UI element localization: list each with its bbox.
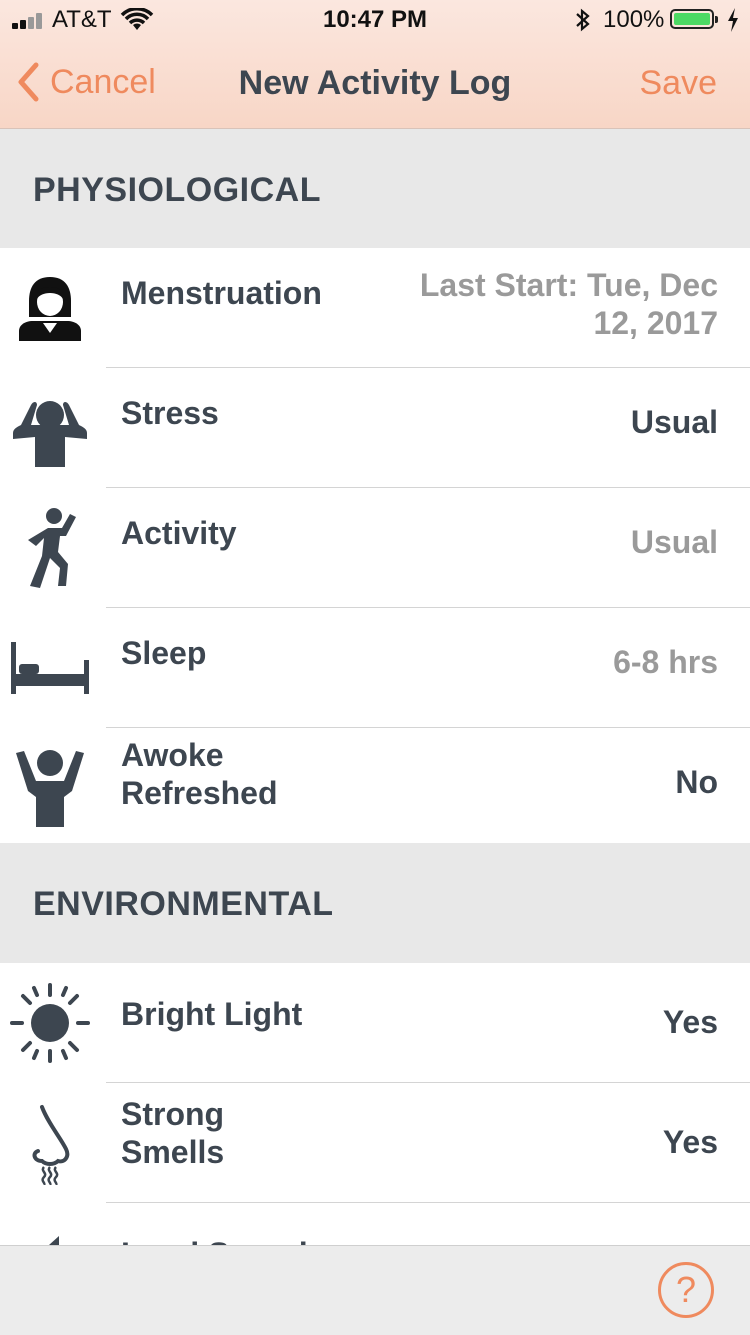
row-label: Activity — [121, 515, 237, 551]
row-value-line1: Last Start: Tue, Dec — [419, 267, 718, 303]
arms-raised-person-icon — [0, 728, 100, 848]
row-value: 6-8 hrs — [613, 644, 718, 680]
section-header-environmental: ENVIRONMENTAL — [0, 843, 750, 963]
page-title: New Activity Log — [238, 64, 512, 102]
row-label-line2: Refreshed — [121, 775, 278, 811]
row-value-line2: 12, 2017 — [593, 305, 718, 341]
row-awoke-refreshed[interactable]: Awoke Refreshed No — [0, 728, 750, 848]
bluetooth-icon — [576, 8, 590, 32]
row-menstruation[interactable]: Menstruation Last Start: Tue, Dec 12, 20… — [0, 248, 750, 368]
row-value: Usual — [630, 404, 718, 440]
help-button[interactable]: ? — [658, 1262, 714, 1318]
navigation-bar: Cancel New Activity Log Save — [0, 40, 750, 128]
battery-icon — [670, 9, 718, 29]
row-label: Bright Light — [121, 996, 303, 1032]
row-label-line1: Strong — [121, 1096, 225, 1132]
top-bar: AT&T 10:47 PM 100% Cancel New Activity L… — [0, 0, 750, 129]
row-label-line2: Smells — [121, 1134, 225, 1170]
row-label-line1: Awoke — [121, 737, 224, 773]
row-sleep[interactable]: Sleep 6-8 hrs — [0, 608, 750, 728]
bed-icon — [0, 608, 100, 728]
row-label: Stress — [121, 395, 219, 431]
woman-icon — [0, 248, 100, 368]
row-label: Strong Smells — [121, 1095, 224, 1171]
row-activity[interactable]: Activity Usual — [0, 488, 750, 608]
row-label: Menstruation — [121, 275, 322, 311]
status-bar: AT&T 10:47 PM 100% — [0, 0, 750, 40]
charging-icon — [728, 8, 738, 32]
row-value: No — [675, 764, 718, 800]
running-person-icon — [0, 488, 100, 608]
section-title: PHYSIOLOGICAL — [33, 171, 321, 209]
battery-percent: 100% — [603, 6, 665, 33]
sun-icon — [0, 963, 100, 1083]
row-label: Sleep — [121, 635, 207, 671]
stressed-person-icon — [0, 368, 100, 488]
save-button[interactable]: Save — [640, 64, 718, 103]
row-value: Yes — [662, 1124, 718, 1160]
bottom-toolbar: ? — [0, 1245, 750, 1335]
row-label: Awoke Refreshed — [121, 736, 278, 812]
row-value: Last Start: Tue, Dec 12, 2017 — [420, 266, 718, 342]
nose-icon — [0, 1083, 100, 1203]
row-strong-smells[interactable]: Strong Smells Yes — [0, 1083, 750, 1203]
section-title: ENVIRONMENTAL — [33, 885, 334, 923]
row-stress[interactable]: Stress Usual — [0, 368, 750, 488]
row-value: Yes — [662, 1004, 718, 1040]
row-bright-light[interactable]: Bright Light Yes — [0, 963, 750, 1083]
section-header-physiological: PHYSIOLOGICAL — [0, 129, 750, 249]
row-value: Usual — [630, 524, 718, 560]
